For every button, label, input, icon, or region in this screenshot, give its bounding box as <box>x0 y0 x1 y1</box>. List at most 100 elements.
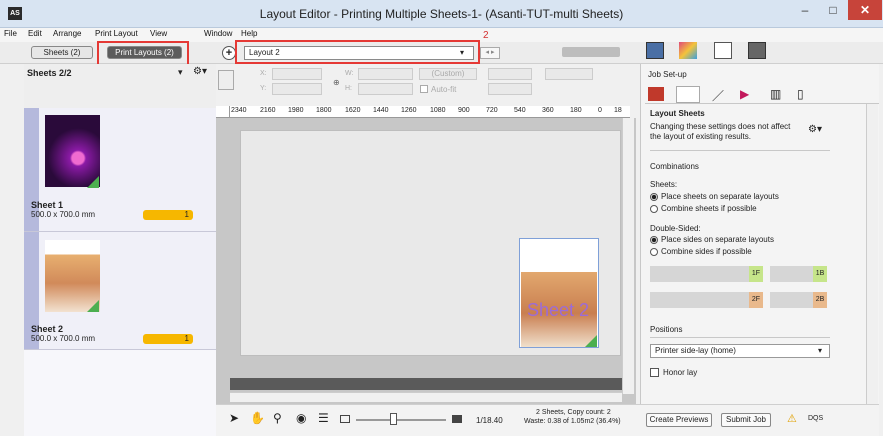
output-tool-icon[interactable] <box>748 42 766 59</box>
x-label: X: <box>260 70 267 77</box>
layout-nav-arrows[interactable]: ◂ ▸ <box>480 47 500 59</box>
preview-tool-icon[interactable] <box>714 42 732 59</box>
w-field <box>358 68 413 80</box>
radio[interactable] <box>650 247 658 256</box>
tab-layout-sheets[interactable] <box>648 87 664 101</box>
ruler-tick: 1260 <box>401 107 417 114</box>
media-margin-band <box>230 378 624 390</box>
horizontal-scrollbar[interactable] <box>230 392 622 402</box>
size-preset-select: (Custom) <box>419 68 477 80</box>
tab-sheets[interactable]: Sheets (2) <box>31 46 93 59</box>
sort-chevron-icon[interactable]: ▾ <box>178 67 183 78</box>
dqs-indicator[interactable]: DQS <box>808 415 823 422</box>
ruler-tick: 1980 <box>288 107 304 114</box>
h-label: H: <box>345 85 352 92</box>
panel-gear-icon[interactable]: ⚙▾ <box>193 66 207 77</box>
side-chip: 1B <box>813 266 827 282</box>
field-c <box>545 68 593 80</box>
placed-sheet-label: Sheet 2 <box>527 300 590 320</box>
menu-file[interactable]: File <box>4 29 17 38</box>
zoom-level[interactable]: 1/18.40 <box>476 416 503 425</box>
tab-color-icon[interactable]: ▶ <box>740 87 749 101</box>
ruler-tick: 1080 <box>430 107 446 114</box>
x-field <box>272 68 322 80</box>
ruler-tick: 900 <box>458 107 470 114</box>
sides-separate-option[interactable]: Place sides on separate layouts <box>650 235 774 244</box>
sheet-size: 500.0 x 700.0 mm <box>31 334 96 343</box>
sheet-name: Sheet 2 <box>31 324 64 334</box>
option-label: Place sheets on separate layouts <box>661 192 779 201</box>
window-title: Layout Editor - Printing Multiple Sheets… <box>259 7 624 21</box>
annotation-label-2: 2 <box>483 30 489 41</box>
double-sided-label: Double-Sided: <box>650 224 701 233</box>
annotation-box-2 <box>235 40 480 64</box>
ruler-tick: 2160 <box>260 107 276 114</box>
side-chip: 2F <box>749 292 763 308</box>
radio[interactable] <box>650 204 658 213</box>
add-layout-button[interactable]: + <box>222 46 236 60</box>
tab-marks-icon[interactable]: ／ <box>712 87 724 104</box>
panel-options-gear-icon[interactable]: ⚙▾ <box>808 124 822 135</box>
vertical-scrollbar[interactable] <box>622 118 634 394</box>
positions-select[interactable]: Printer side-lay (home) <box>650 344 830 358</box>
zoom-out-icon[interactable] <box>340 415 350 423</box>
menu-view[interactable]: View <box>150 29 167 38</box>
zoom-tool-icon[interactable]: ⚲ <box>273 411 282 425</box>
zoom-slider-handle[interactable] <box>390 413 397 425</box>
sheets-label: Sheets: <box>650 180 678 189</box>
y-label: Y: <box>260 85 267 92</box>
sheets-separate-option[interactable]: Place sheets on separate layouts <box>650 192 779 201</box>
menu-arrange[interactable]: Arrange <box>53 29 81 38</box>
color-tool-icon[interactable] <box>679 42 697 59</box>
right-panel-scrollbar[interactable] <box>866 104 878 404</box>
settings-sliders-icon[interactable]: ☰ <box>318 411 329 425</box>
side-chip: 2B <box>813 292 827 308</box>
job-summary-line2: Waste: 0.38 of 1.05m2 (36.4%) <box>524 418 621 425</box>
ruler-tick: 720 <box>486 107 498 114</box>
warning-icon[interactable]: ⚠ <box>787 412 797 425</box>
zoom-slider[interactable] <box>356 419 446 421</box>
ruler-tick: 180 <box>570 107 582 114</box>
side-tile[interactable] <box>650 266 763 282</box>
honor-lay-checkbox[interactable] <box>650 368 659 377</box>
pointer-tool-icon[interactable]: ➤ <box>229 411 239 425</box>
hand-tool-icon[interactable]: ✋ <box>250 411 265 425</box>
job-summary-line1: 2 Sheets, Copy count: 2 <box>536 409 611 416</box>
view-tool-icon[interactable]: ◉ <box>296 411 306 425</box>
combinations-heading: Combinations <box>650 162 699 171</box>
create-previews-button[interactable]: Create Previews <box>646 413 712 427</box>
sheet-thumbnail <box>45 115 100 187</box>
y-field <box>272 83 322 95</box>
chevron-down-icon: ▾ <box>818 346 823 355</box>
ruler-tick: 18 <box>614 107 622 114</box>
autofit-checkbox <box>420 85 428 93</box>
tab-finishing-icon[interactable]: ▥ <box>770 87 781 101</box>
ruler-tick: 0 <box>598 107 602 114</box>
maximize-button[interactable]: □ <box>820 0 846 20</box>
ruler-tick: 360 <box>542 107 554 114</box>
menu-print-layout[interactable]: Print Layout <box>95 29 138 38</box>
ruler-tick: 1440 <box>373 107 389 114</box>
tab-output-icon[interactable]: ▯ <box>797 87 804 101</box>
layout-tool-icon[interactable] <box>646 42 664 59</box>
menu-edit[interactable]: Edit <box>28 29 42 38</box>
autofit-label: Auto-fit <box>431 85 457 94</box>
zoom-in-icon[interactable] <box>452 415 462 423</box>
tab-media[interactable] <box>676 86 700 103</box>
minimize-button[interactable]: – <box>792 0 818 20</box>
anchor-grid-icon <box>218 70 234 90</box>
menu-help[interactable]: Help <box>241 29 257 38</box>
sides-combine-option[interactable]: Combine sides if possible <box>650 247 752 256</box>
radio-selected[interactable] <box>650 192 658 201</box>
radio-selected[interactable] <box>650 235 658 244</box>
menu-window[interactable]: Window <box>204 29 232 38</box>
submit-job-button[interactable]: Submit Job <box>721 413 771 427</box>
link-icon: ⊕ <box>333 78 340 87</box>
disabled-control <box>562 47 620 57</box>
h-field <box>358 83 413 95</box>
sheets-combine-option[interactable]: Combine sheets if possible <box>650 204 757 213</box>
side-tile[interactable] <box>650 292 763 308</box>
section-title: Job Set-up <box>648 70 687 79</box>
close-button[interactable]: ✕ <box>848 0 882 20</box>
option-label: Place sides on separate layouts <box>661 235 774 244</box>
